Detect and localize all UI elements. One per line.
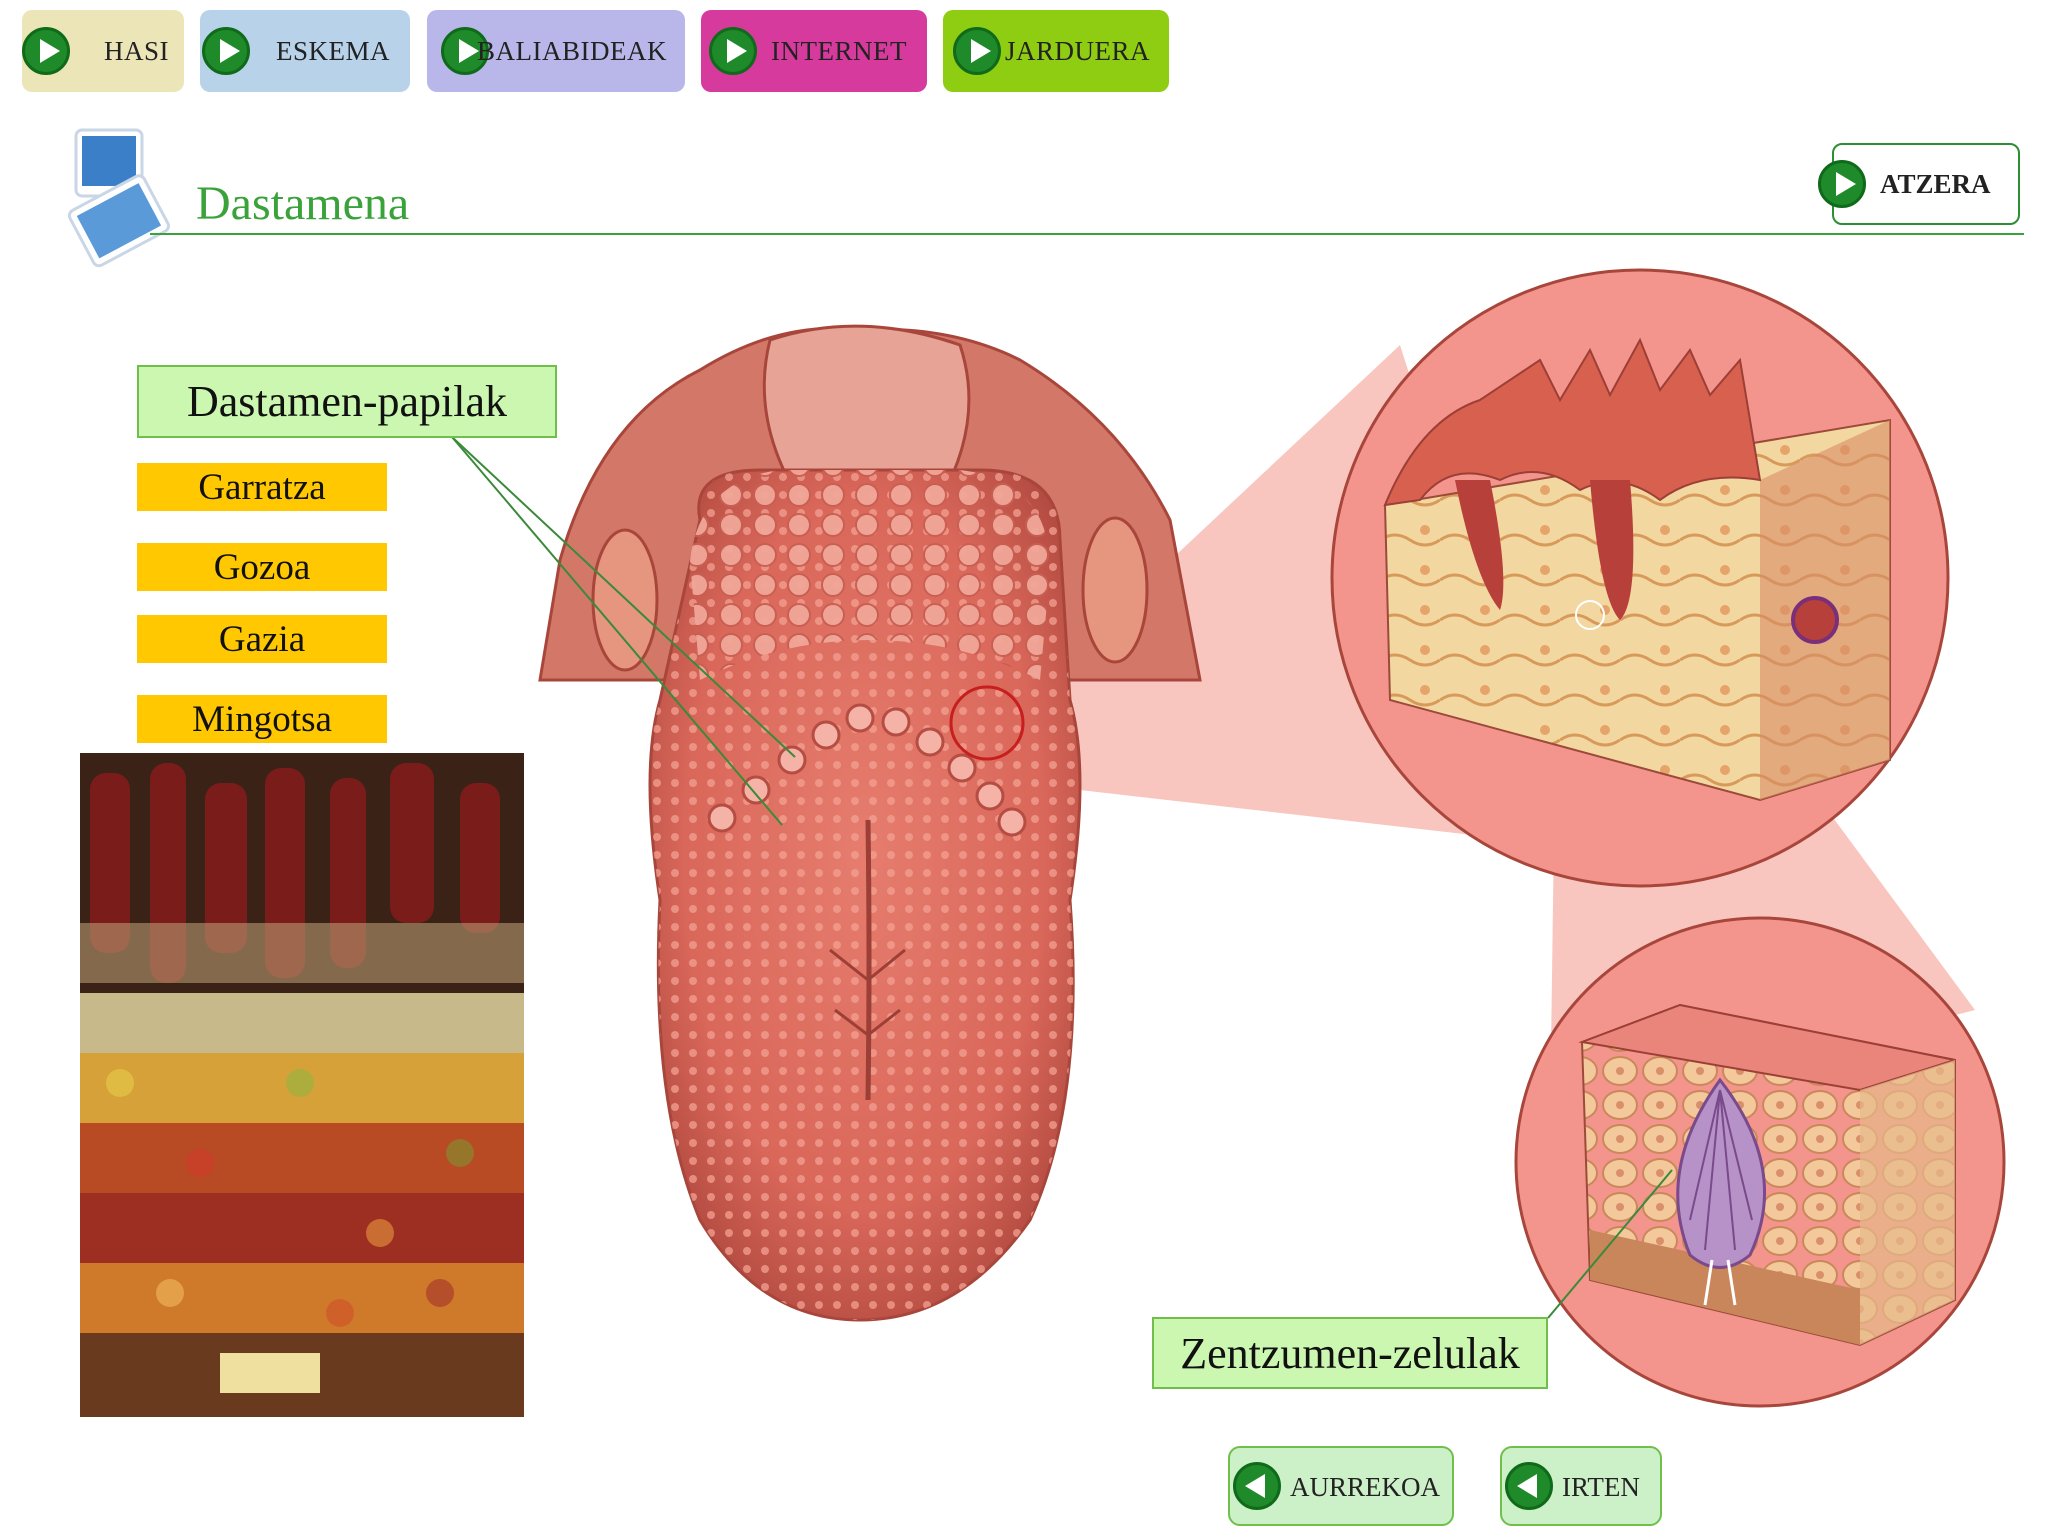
taste-salty-button[interactable]: Gazia bbox=[137, 615, 387, 663]
taste-label: Garratza bbox=[198, 466, 326, 508]
logo-icon bbox=[67, 128, 170, 268]
page-title: Dastamena bbox=[196, 177, 410, 230]
nav-baliabideak-button[interactable]: BALIABIDEAK bbox=[427, 10, 685, 92]
nav-internet-button[interactable]: INTERNET bbox=[701, 10, 927, 92]
previous-label: AURREKOA bbox=[1290, 1472, 1441, 1502]
play-icon bbox=[953, 27, 1001, 75]
nav-eskema-button[interactable]: ESKEMA bbox=[200, 10, 410, 92]
taste-bud-cross-section bbox=[1578, 1003, 1956, 1347]
taste-label: Gazia bbox=[218, 618, 306, 660]
taste-label: Mingotsa bbox=[192, 698, 332, 740]
papilla-cross-section bbox=[1383, 337, 1891, 802]
back-label: ATZERA bbox=[1880, 169, 1991, 199]
papillae-label-text: Dastamen-papilak bbox=[186, 377, 508, 426]
nav-label: BALIABIDEAK bbox=[477, 35, 667, 66]
papillae-label: Dastamen-papilak bbox=[137, 365, 557, 438]
taste-bitter-button[interactable]: Mingotsa bbox=[137, 695, 387, 743]
taste-label: Gozoa bbox=[213, 546, 311, 588]
back-arrow-icon bbox=[1233, 1462, 1281, 1510]
play-icon bbox=[709, 27, 757, 75]
exit-label: IRTEN bbox=[1562, 1472, 1640, 1502]
nav-jarduera-button[interactable]: JARDUERA bbox=[943, 10, 1169, 92]
taste-sour-button[interactable]: Garratza bbox=[137, 463, 387, 511]
taste-sweet-button[interactable]: Gozoa bbox=[137, 543, 387, 591]
nav-hasi-button[interactable]: HASI bbox=[22, 10, 184, 92]
back-button[interactable]: ATZERA bbox=[1818, 143, 2020, 225]
market-photo bbox=[80, 753, 524, 1417]
exit-button[interactable]: IRTEN bbox=[1500, 1446, 1662, 1526]
back-arrow-icon bbox=[1505, 1462, 1553, 1510]
previous-button[interactable]: AURREKOA bbox=[1228, 1446, 1454, 1526]
nav-label: JARDUERA bbox=[1005, 35, 1151, 66]
nav-label: ESKEMA bbox=[276, 35, 391, 66]
nav-label: HASI bbox=[104, 35, 170, 66]
nav-label: INTERNET bbox=[771, 35, 907, 66]
play-icon bbox=[1818, 160, 1866, 208]
sensory-cells-label-text: Zentzumen-zelulak bbox=[1180, 1328, 1520, 1378]
play-icon bbox=[202, 27, 250, 75]
play-icon bbox=[22, 27, 70, 75]
title-divider bbox=[150, 233, 2024, 235]
sensory-cells-label: Zentzumen-zelulak bbox=[1152, 1317, 1548, 1389]
